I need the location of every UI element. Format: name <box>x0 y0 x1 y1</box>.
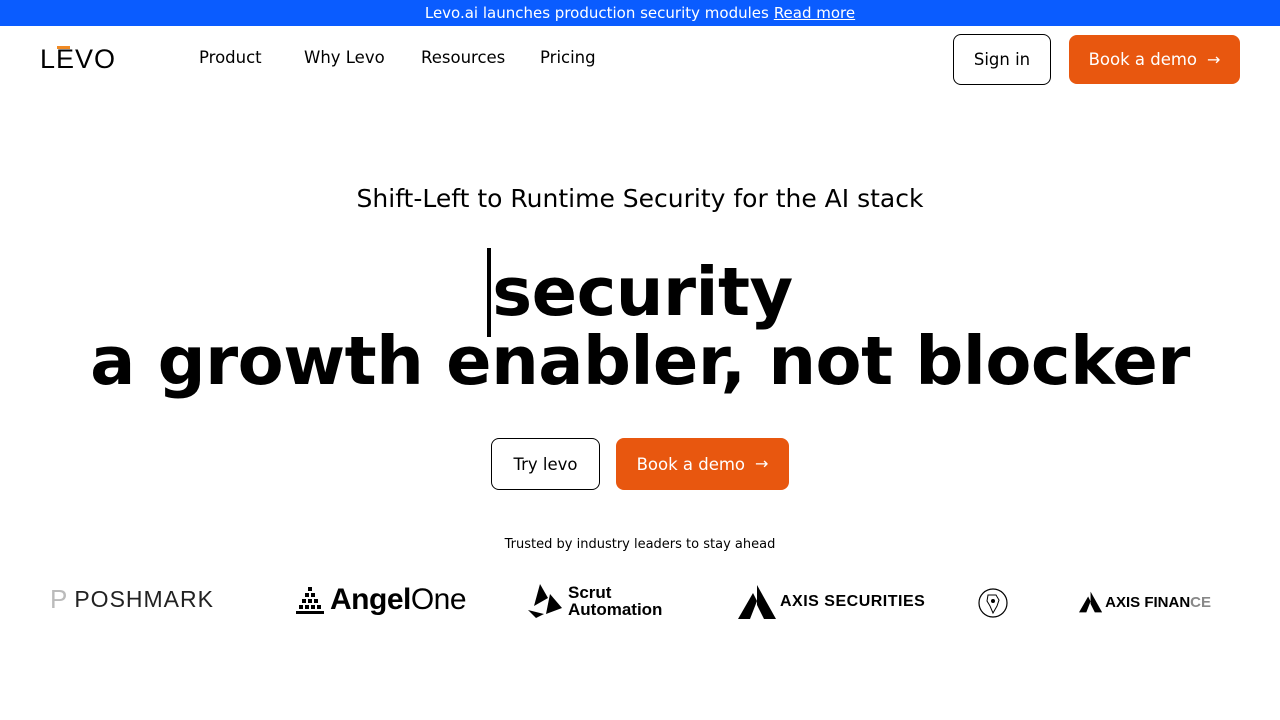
nav-link-resources[interactable]: Resources <box>421 48 505 67</box>
book-demo-nav-button[interactable]: Book a demo → <box>1069 35 1240 84</box>
scrut-logo: Scrut Automation <box>526 584 662 618</box>
scrut-wordmark: Scrut Automation <box>568 584 662 618</box>
book-demo-hero-label: Book a demo <box>636 454 746 474</box>
axis-finance-wordmark-a: AXIS FINAN <box>1105 593 1191 611</box>
hero-rotating-word: security <box>492 253 793 331</box>
scrut-icon <box>528 584 562 618</box>
axis-finance-icon <box>1079 591 1103 613</box>
top-nav: LEEVO Product Why Levo Resources Pricing… <box>0 26 1280 92</box>
poshmark-p-icon: P <box>50 584 69 614</box>
levo-logo[interactable]: LEEVO <box>40 44 116 74</box>
hero-subtitle: Shift-Left to Runtime Security for the A… <box>356 184 924 213</box>
arrow-right-icon: → <box>755 454 769 473</box>
angelone-light: One <box>410 583 467 616</box>
axis-securities-wordmark: AXIS SECURITIES <box>780 593 926 610</box>
angelone-logo: Angel One <box>295 583 467 617</box>
sign-in-label: Sign in <box>973 50 1031 69</box>
book-demo-hero-button[interactable]: Book a demo → <box>616 438 789 490</box>
axis-finance-wordmark-b: CE <box>1190 593 1211 611</box>
nav-link-why-levo[interactable]: Why Levo <box>304 48 385 67</box>
axis-securities-icon <box>738 585 776 619</box>
poshmark-wordmark: POSHMARK <box>74 586 214 612</box>
sign-in-button[interactable]: Sign in <box>953 34 1051 85</box>
banner-text: Levo.ai launches production security mod… <box>424 4 769 22</box>
try-levo-button[interactable]: Try levo <box>491 438 600 490</box>
poshmark-logo: P POSHMARK <box>50 584 214 615</box>
angelone-triangle-icon <box>296 587 324 614</box>
emblem-icon <box>978 588 1008 618</box>
announcement-banner: Levo.ai launches production security mod… <box>0 0 1280 26</box>
scrut-line1: Scrut <box>568 583 612 602</box>
angelone-bold: Angel <box>330 583 411 616</box>
book-demo-nav-label: Book a demo <box>1088 50 1198 69</box>
customer-logos: P POSHMARK Angel One Scrut Automation AX… <box>0 578 1280 628</box>
emblem-logo <box>978 588 1008 618</box>
nav-link-pricing[interactable]: Pricing <box>540 48 596 67</box>
trusted-caption: Trusted by industry leaders to stay ahea… <box>504 537 776 552</box>
scrut-line2: Automation <box>568 600 663 619</box>
arrow-right-icon: → <box>1207 49 1221 69</box>
nav-link-product[interactable]: Product <box>199 48 262 67</box>
try-levo-label: Try levo <box>513 454 578 474</box>
hero-headline-line2: a growth enabler, not blocker <box>90 322 1190 400</box>
axis-securities-logo: AXIS SECURITIES <box>738 585 925 619</box>
axis-finance-logo: AXIS FINAN CE <box>1079 588 1211 616</box>
banner-read-more-link[interactable]: Read more <box>774 4 855 22</box>
